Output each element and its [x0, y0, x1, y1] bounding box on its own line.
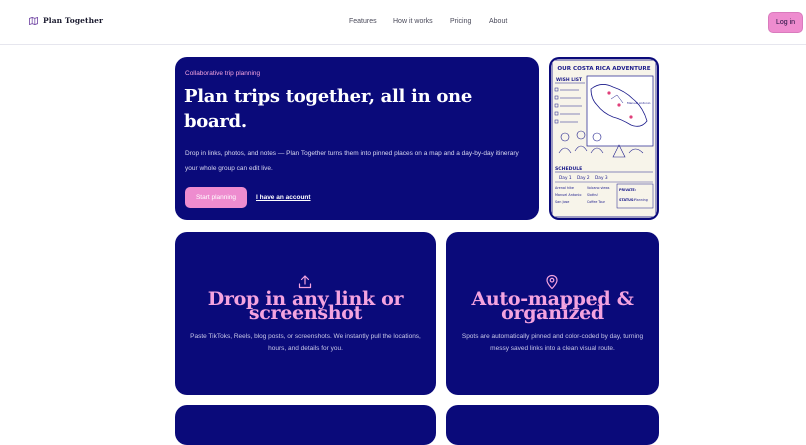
brand[interactable]: Plan Together — [29, 16, 103, 25]
have-account-link[interactable]: I have an account — [256, 194, 311, 201]
nav-pricing[interactable]: Pricing — [450, 18, 471, 25]
feature-card-links: Drop in any link or screenshot Paste Tik… — [175, 232, 436, 395]
poster-day-3: Day 3 — [595, 175, 608, 181]
poster-day-2: Day 2 — [577, 175, 590, 181]
feature-title: Drop in any link or screenshot — [207, 288, 404, 324]
feature-card-partial — [175, 405, 436, 445]
feature-title: Auto-mapped & organized — [471, 288, 634, 324]
poster-place-3: San Jose — [555, 200, 569, 204]
poster-status-value: Planning — [634, 198, 648, 202]
brand-name: Plan Together — [43, 16, 104, 25]
nav-about[interactable]: About — [489, 18, 507, 25]
hero-card: Collaborative trip planning Plan trips t… — [175, 57, 539, 220]
poster-activity-2: Sloths! — [587, 193, 598, 197]
login-button[interactable]: Log in — [768, 12, 803, 33]
poster-private-label: PRIVATE: — [619, 188, 636, 192]
poster-schedule-label: SCHEDULE — [555, 166, 582, 172]
nav-features[interactable]: Features — [349, 18, 377, 25]
feature-card-partial — [446, 405, 659, 445]
hero-title: Plan trips together, all in one board. — [184, 86, 472, 132]
trip-board-drawing: OUR COSTA RICA ADVENTURE WISH LIST Manue… — [551, 59, 657, 218]
poster-map-label-1: Manuel Antonio — [627, 101, 651, 105]
map-icon — [29, 16, 38, 25]
trip-board-poster: OUR COSTA RICA ADVENTURE WISH LIST Manue… — [551, 59, 657, 218]
hero-kicker: Collaborative trip planning — [185, 70, 261, 77]
poster-day-1: Day 1 — [559, 175, 572, 181]
poster-place-2: Manuel Antonio — [555, 193, 581, 197]
poster-wishlist-label: WISH LIST — [556, 77, 583, 83]
poster-activity-1: Volcano views — [587, 186, 610, 190]
poster-status-label: STATUS: — [619, 198, 635, 202]
poster-heading: OUR COSTA RICA ADVENTURE — [557, 66, 650, 72]
poster-activity-3: Coffee Tour — [587, 200, 606, 204]
trip-board-illustration: OUR COSTA RICA ADVENTURE WISH LIST Manue… — [549, 57, 659, 220]
top-navigation-bar: Plan Together Features How it works Pric… — [0, 0, 806, 45]
feature-description: Paste TikToks, Reels, blog posts, or scr… — [190, 333, 421, 352]
hero-description: Drop in links, photos, and notes — Plan … — [185, 150, 519, 172]
nav-how-it-works[interactable]: How it works — [393, 18, 433, 25]
poster-place-1: Arenal hike — [555, 186, 574, 190]
start-planning-button[interactable]: Start planning — [185, 187, 247, 208]
feature-description: Spots are automatically pinned and color… — [461, 333, 644, 352]
feature-card-mapping: Auto-mapped & organized Spots are automa… — [446, 232, 659, 395]
